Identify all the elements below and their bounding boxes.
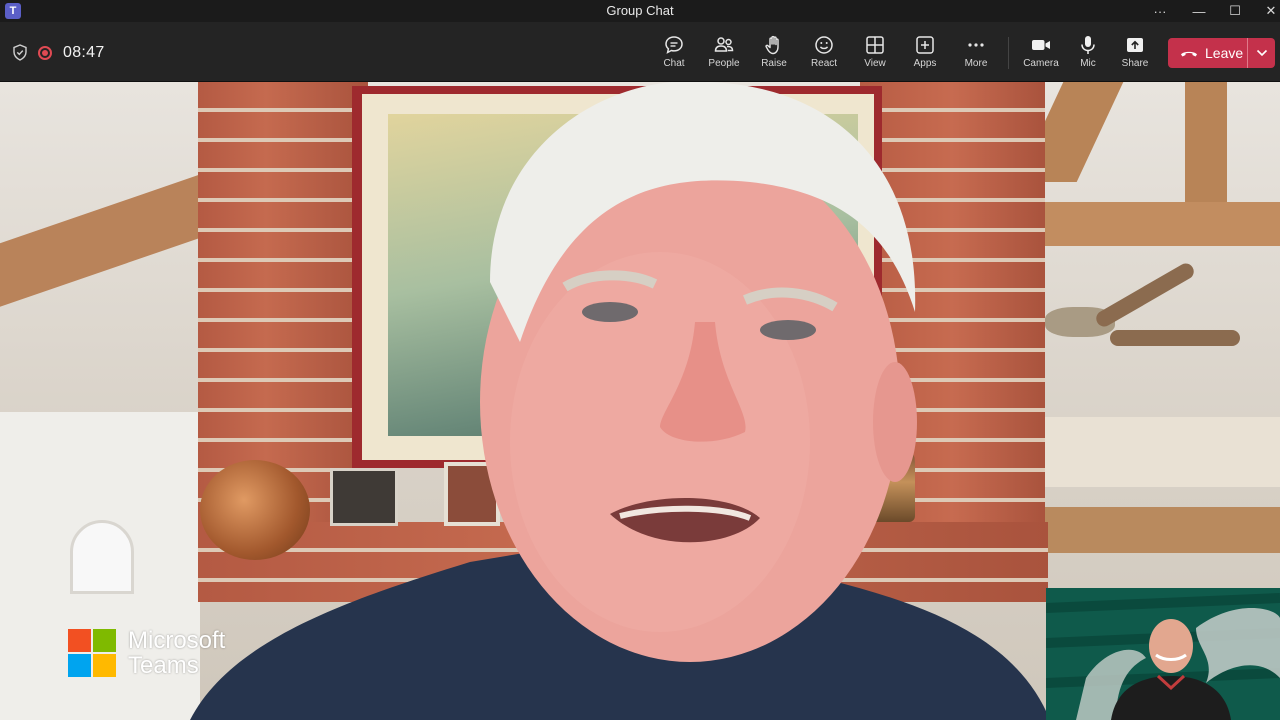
chat-button[interactable]: Chat [649,34,699,74]
call-timer: 08:47 [63,44,105,61]
share-icon [1127,38,1143,52]
more-label: More [964,58,988,69]
logo-square [68,629,91,652]
people-icon [714,37,734,52]
window-more-icon[interactable]: ··· [1142,0,1178,22]
camera-icon [1032,40,1050,50]
maximize-button[interactable]: ☐ [1217,0,1253,22]
apps-label: Apps [913,58,937,69]
leave-label: Leave [1205,45,1244,61]
people-label: People [708,58,740,69]
microsoft-logo-icon [68,629,116,677]
view-label: View [864,58,886,69]
ellipsis-icon [968,43,984,47]
people-button[interactable]: People [699,34,749,74]
leave-button-group: Leave [1168,38,1275,68]
self-view-video[interactable] [1046,588,1280,720]
apps-button[interactable]: Apps [900,34,950,74]
meeting-toolbar: 08:47 Chat People Raise React View Apps … [0,22,1280,82]
chat-label: Chat [663,58,685,69]
logo-square [93,654,116,677]
microphone-icon [1081,36,1095,54]
shield-icon[interactable] [12,44,28,61]
chevron-down-icon [1256,49,1267,57]
microsoft-teams-branding: Microsoft Teams [68,628,225,678]
react-button[interactable]: React [799,34,849,74]
shelf-beam [1040,507,1280,553]
logo-square [93,629,116,652]
branding-line-1: Microsoft [128,627,226,654]
more-button[interactable]: More [951,34,1001,74]
leave-button[interactable]: Leave [1168,38,1248,68]
camera-label: Camera [1023,58,1059,69]
title-bar: T Group Chat ··· — ☐ ✕ [0,0,1280,22]
participant-video [190,82,1050,720]
raise-label: Raise [761,58,787,69]
ceiling-beam [1185,82,1227,202]
share-button[interactable]: Share [1110,34,1160,74]
chat-icon [665,36,683,54]
grid-icon [866,36,884,54]
raise-hand-button[interactable]: Raise [749,34,799,74]
arched-window [70,520,134,594]
camera-button[interactable]: Camera [1016,34,1066,74]
window-title: Group Chat [606,3,674,18]
main-video-feed: Microsoft Teams [0,82,1280,720]
share-label: Share [1121,58,1149,69]
hand-icon [765,35,779,55]
minimize-button[interactable]: — [1181,0,1217,22]
close-button[interactable]: ✕ [1253,0,1280,22]
mic-button[interactable]: Mic [1063,34,1113,74]
record-icon [38,46,52,60]
plus-box-icon [916,36,934,54]
branding-text: Microsoft Teams [128,628,225,678]
hang-up-icon [1181,51,1197,57]
smiley-icon [815,36,833,54]
fan-blade [1110,330,1240,346]
react-label: React [810,58,838,69]
toolbar-divider [1008,37,1009,69]
mic-label: Mic [1080,58,1096,69]
branding-line-2: Teams [128,652,199,679]
view-button[interactable]: View [850,34,900,74]
logo-square [68,654,91,677]
leave-options-button[interactable] [1248,49,1275,57]
